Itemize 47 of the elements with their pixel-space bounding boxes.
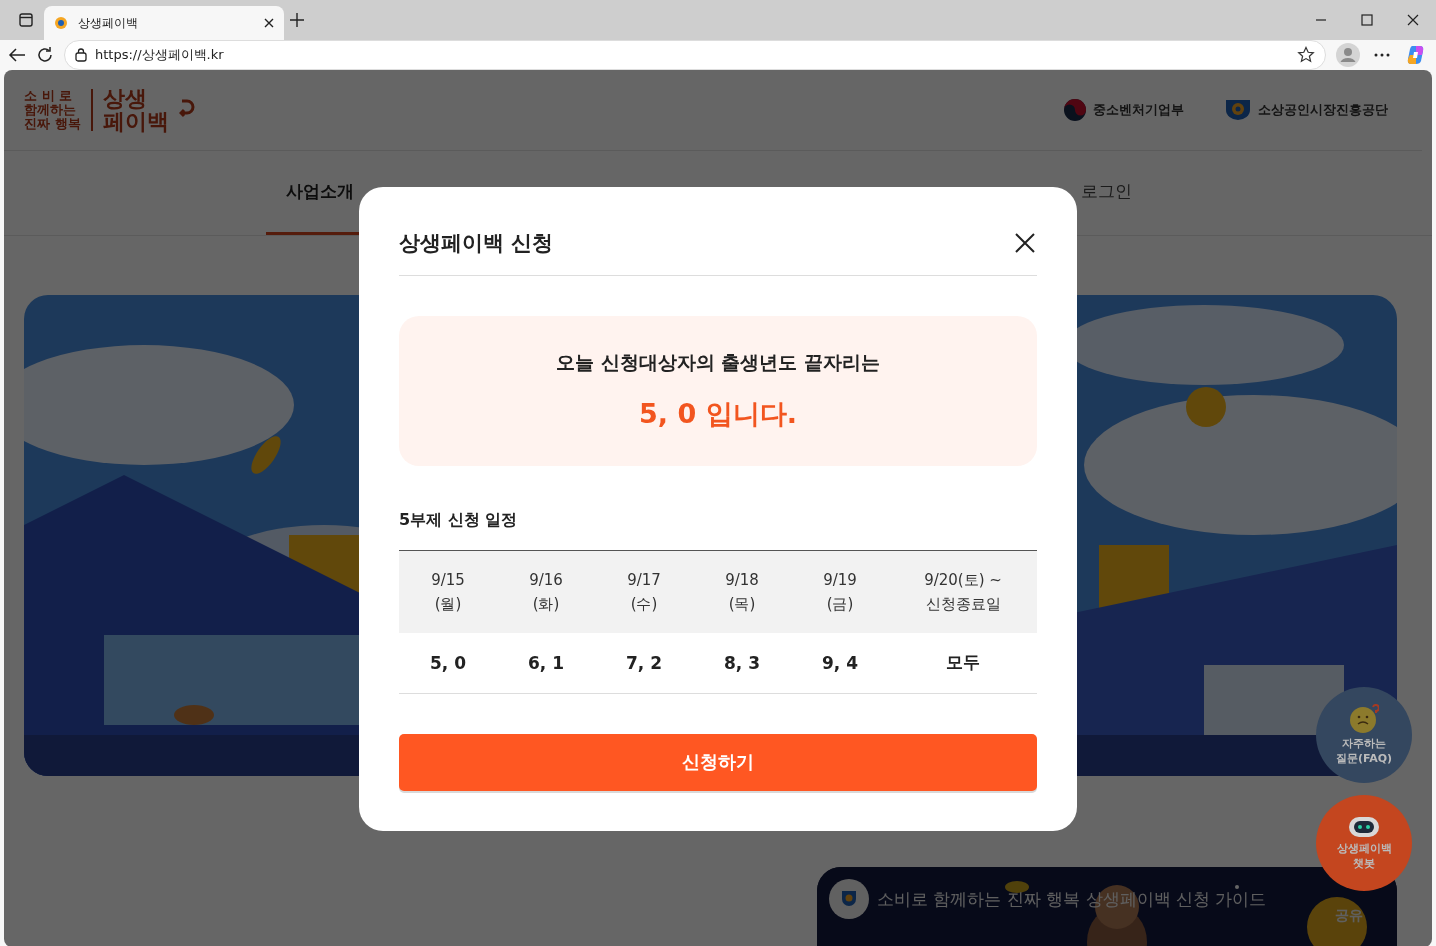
- partner-name: 중소벤처기업부: [1093, 101, 1184, 119]
- notice-text: 오늘 신청대상자의 출생년도 끝자리는: [556, 349, 880, 375]
- logo-text: 상생: [102, 87, 148, 110]
- logo-tagline: 함께하는: [24, 103, 77, 117]
- digits-cell: 7, 2: [595, 632, 693, 693]
- notice-highlight: 5, 0 입니다.: [639, 396, 797, 431]
- close-button[interactable]: [1013, 230, 1037, 255]
- logo-tagline: 진짜 행복: [24, 117, 81, 131]
- close-icon[interactable]: [1407, 14, 1419, 26]
- shield-icon: [1224, 98, 1252, 122]
- faq-button[interactable]: 자주하는 질문(FAQ): [1316, 687, 1412, 783]
- digits-cell: 9, 4: [791, 632, 889, 693]
- logo-icon: [829, 879, 869, 919]
- sidebar-icon[interactable]: [19, 13, 33, 27]
- schedule-title: 5부제 신청 일정: [399, 509, 519, 531]
- date-cell: 9/18 (목): [693, 550, 791, 633]
- emblem-icon: [1063, 98, 1087, 122]
- refresh-icon[interactable]: [36, 46, 54, 64]
- video-title: 소비로 함께하는 진짜 행복 상생페이백 신청 가이드: [877, 887, 1267, 911]
- date-cell: 9/16 (화): [497, 550, 595, 633]
- digits-cell: 5, 0: [399, 632, 497, 693]
- lock-icon: [75, 48, 87, 62]
- face-icon: [1349, 704, 1379, 734]
- favicon-icon: [54, 16, 68, 30]
- date-cell: 9/19 (금): [791, 550, 889, 633]
- address-bar[interactable]: https://상생페이백.kr: [64, 40, 1326, 70]
- date-cell: 9/17 (수): [595, 550, 693, 633]
- browser-tab[interactable]: 상생페이백: [44, 6, 284, 40]
- modal-title: 상생페이백 신청: [399, 229, 554, 257]
- profile-icon[interactable]: [1336, 43, 1360, 67]
- star-icon[interactable]: [1297, 46, 1315, 64]
- nav-tab[interactable]: 로그인: [1077, 151, 1136, 235]
- chatbot-button[interactable]: 상생페이백 챗봇: [1316, 795, 1412, 891]
- digits-cell: 8, 3: [693, 632, 791, 693]
- digits-cell: 모두: [889, 632, 1037, 693]
- logo-text: 페이백: [102, 110, 169, 133]
- maximize-icon[interactable]: [1361, 14, 1373, 26]
- partner-name: 소상공인시장진흥공단: [1258, 101, 1388, 119]
- date-cell: 9/20(토) ~ 신청종료일: [889, 550, 1037, 633]
- digits-cell: 6, 1: [497, 632, 595, 693]
- date-cell: 9/15 (월): [399, 550, 497, 633]
- logo-tagline: 소 비 로: [24, 89, 74, 103]
- robot-icon: [1347, 815, 1381, 839]
- close-icon[interactable]: [264, 18, 274, 28]
- back-icon[interactable]: [8, 47, 26, 63]
- new-tab-icon[interactable]: [290, 13, 304, 27]
- apply-button[interactable]: 신청하기: [399, 733, 1037, 791]
